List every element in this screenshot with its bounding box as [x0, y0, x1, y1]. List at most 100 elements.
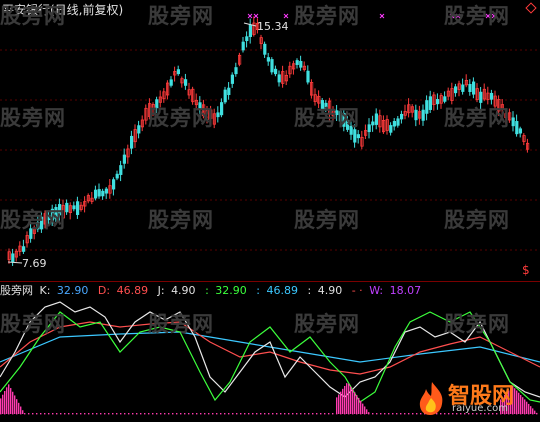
candlestick — [374, 108, 379, 130]
signal-dot — [32, 413, 34, 415]
signal-dot — [224, 413, 226, 415]
signal-bar — [348, 383, 350, 414]
candlestick — [407, 98, 411, 118]
signal-bar — [2, 394, 4, 414]
signal-dot — [272, 413, 274, 415]
watermark: 股旁网 — [148, 312, 214, 336]
candlestick — [72, 201, 76, 212]
watermark: 股旁网 — [294, 208, 360, 232]
signal-dot — [384, 413, 386, 415]
signal-dot — [268, 413, 270, 415]
candlestick-chart[interactable] — [0, 0, 540, 282]
signal-dot — [208, 413, 210, 415]
candlestick — [18, 241, 22, 256]
candlestick — [482, 83, 487, 102]
candlestick — [162, 88, 166, 103]
candlestick — [446, 87, 451, 101]
signal-bar — [364, 406, 366, 414]
signal-dot — [376, 413, 378, 415]
signal-dot — [396, 413, 398, 415]
candlestick — [309, 79, 314, 99]
signal-dot — [332, 413, 334, 415]
signal-dot — [252, 413, 254, 415]
signal-dot — [216, 413, 218, 415]
watermark: 股旁网 — [444, 106, 510, 130]
signal-dot — [304, 413, 306, 415]
candlestick — [133, 124, 137, 148]
signal-dot — [232, 413, 234, 415]
signal-dot — [76, 413, 78, 415]
candlestick — [144, 104, 148, 125]
signal-dot — [92, 413, 94, 415]
signal-dot — [192, 413, 194, 415]
candlestick — [270, 57, 274, 75]
signal-bar — [340, 391, 342, 414]
signal-dot — [64, 413, 66, 415]
indicator-name: 股旁网 — [0, 284, 33, 297]
high-price-label: 15.34 — [257, 20, 289, 33]
signal-bar — [354, 392, 356, 414]
indicator-dash: - · — [351, 284, 363, 297]
signal-dot — [44, 413, 46, 415]
signal-bar — [6, 387, 8, 414]
candlestick — [248, 18, 252, 44]
signal-bar — [18, 402, 20, 414]
candlestick — [396, 115, 400, 128]
signal-dot — [184, 413, 186, 415]
signal-dot — [328, 413, 330, 415]
signal-dot — [56, 413, 58, 415]
low-price-label: 7.69 — [22, 257, 47, 270]
signal-bar — [346, 383, 348, 414]
signal-bar — [12, 391, 14, 414]
signal-dot — [308, 413, 310, 415]
candlestick — [414, 104, 418, 127]
signal-dot — [372, 413, 374, 415]
signal-dot — [348, 413, 350, 415]
signal-dot — [60, 413, 62, 415]
candlestick — [392, 118, 397, 131]
signal-dot — [292, 413, 294, 415]
signal-dot — [124, 413, 126, 415]
candlestick — [306, 65, 310, 85]
candlestick — [371, 115, 375, 132]
signal-bar — [16, 399, 18, 414]
candlestick — [126, 144, 130, 164]
candlestick — [457, 80, 461, 97]
candlestick — [522, 133, 526, 146]
site-logo: 智股网 raiyue.com — [416, 378, 534, 418]
watermark: 股旁网 — [294, 106, 360, 130]
candlestick — [94, 185, 98, 201]
signal-dot — [240, 413, 242, 415]
candlestick — [252, 16, 256, 37]
candlestick — [176, 65, 180, 76]
candlestick — [468, 79, 472, 96]
signal-dot — [176, 413, 178, 415]
candlestick — [122, 148, 126, 169]
signal-bar — [358, 397, 360, 414]
candlestick — [83, 196, 87, 213]
candlestick — [234, 62, 238, 77]
signal-dot — [256, 413, 258, 415]
signal-dot — [20, 413, 22, 415]
signal-dot — [244, 413, 246, 415]
signal-dot — [140, 413, 142, 415]
signal-dot — [160, 413, 162, 415]
candlestick — [277, 70, 281, 87]
signal-bar — [0, 398, 2, 414]
watermark: 股旁网 — [0, 208, 66, 232]
candlestick — [302, 61, 307, 72]
signal-dot — [148, 413, 150, 415]
signal-dot — [52, 413, 54, 415]
candlestick — [410, 104, 415, 118]
signal-bar — [534, 410, 536, 414]
candlestick — [360, 130, 364, 150]
signal-dot — [84, 413, 86, 415]
watermark: 股旁网 — [0, 4, 66, 28]
signal-bar — [20, 406, 22, 414]
price-panel[interactable]: 平安银行(日线,前复权) 股旁网 股旁网 股旁网 股旁网 股旁网 股旁网 股旁网… — [0, 0, 540, 282]
candlestick — [461, 78, 465, 95]
watermark: 股旁网 — [148, 208, 214, 232]
candlestick — [169, 76, 173, 88]
indicator-legend: 股旁网 K: 32.90 D: 46.89 J: 4.90 : 32.90 : … — [0, 282, 540, 297]
candlestick — [511, 111, 515, 132]
